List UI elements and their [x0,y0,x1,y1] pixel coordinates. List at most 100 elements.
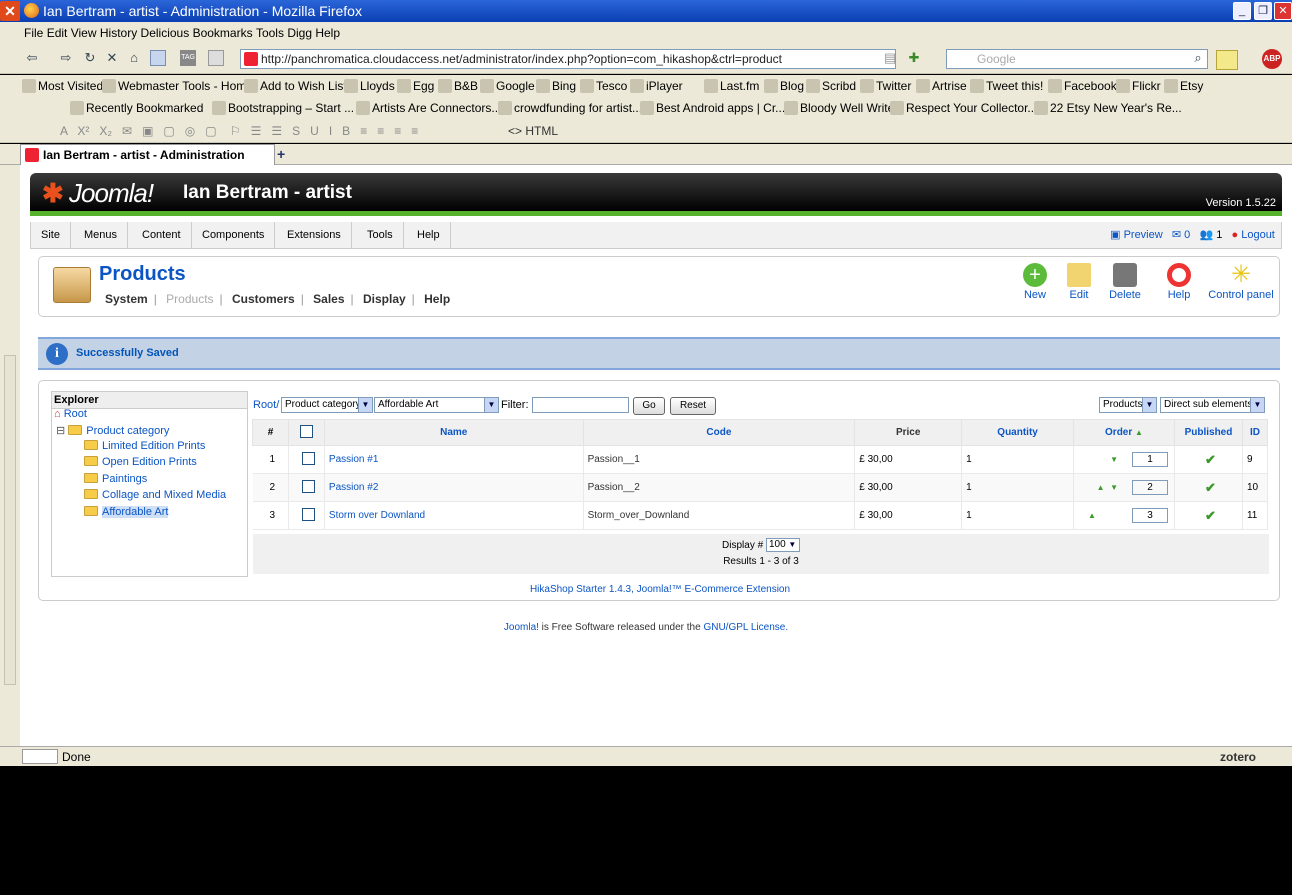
bookmark-item[interactable]: crowdfunding for artist... [498,97,642,119]
product-name-link[interactable]: Passion #2 [324,473,584,502]
row-checkbox[interactable] [301,479,315,493]
order-input[interactable]: 2 [1131,480,1168,495]
bookmark-item[interactable]: Lloyds [344,75,395,97]
move-down-icon[interactable]: ▼ [1110,455,1118,464]
published-check-icon[interactable]: ✔ [1205,452,1216,467]
bookmark-item[interactable]: Artists Are Connectors... [356,97,501,119]
tree-item[interactable]: Paintings [84,473,147,485]
bookmark-item[interactable]: Google [480,75,535,97]
tree-item-selected[interactable]: Affordable Art [84,506,169,518]
menu-delicious[interactable]: Delicious [141,22,190,44]
search-go-icon[interactable]: ⌕ [1190,50,1206,66]
submenu-products[interactable]: Products [166,292,213,306]
logout-link[interactable]: ● Logout [1232,229,1275,241]
bookmark-item[interactable]: Facebook [1048,75,1117,97]
joomla-link[interactable]: Joomla! [504,622,539,633]
product-name-link[interactable]: Passion #1 [324,445,584,474]
menu-help[interactable]: Help [315,22,340,44]
status-dropdown[interactable] [22,749,58,764]
tab-active[interactable]: Ian Bertram - artist - Administration [20,144,275,165]
bookmark-item[interactable]: Flickr [1116,75,1161,97]
reload-icon[interactable]: ↻ [82,50,98,66]
bookmark-item[interactable]: Twitter [860,75,911,97]
col-published[interactable]: Published [1173,419,1243,446]
submenu-display[interactable]: Display [363,292,406,306]
menu-components[interactable]: Components [192,222,276,248]
control-panel-button[interactable]: ✳ Control panel [1207,263,1275,302]
submenu-system[interactable]: System [105,292,148,306]
tree-product-category[interactable]: ⊟ Product category [56,424,169,437]
maximize-button[interactable]: ❐ [1254,2,1272,20]
url-bar[interactable]: http://panchromatica.cloudaccess.net/adm… [240,49,896,69]
breadcrumb[interactable]: Root/ [253,399,279,411]
new-tab-button[interactable]: + [277,144,285,164]
sub-elements-select[interactable]: Direct sub elements ▼ [1160,397,1265,413]
rss-icon[interactable]: ▤ [882,50,898,66]
tree-item[interactable]: Open Edition Prints [84,456,197,468]
bookmark-item[interactable]: Tesco [580,75,627,97]
forward-icon[interactable]: ⇨ [58,50,74,66]
scrollbar-thumb[interactable] [4,355,16,685]
submenu-help[interactable]: Help [424,292,450,306]
menu-menus[interactable]: Menus [74,222,129,248]
order-input[interactable]: 1 [1131,452,1168,467]
minimize-button[interactable]: _ [1233,2,1251,20]
delete-button[interactable]: Delete [1097,263,1153,301]
bookmark-item[interactable]: Recently Bookmarked [70,97,203,119]
stop-icon[interactable]: ✕ [104,50,120,66]
col-order[interactable]: Order ▲ [1073,419,1175,446]
hikashop-credit[interactable]: HikaShop Starter 1.4.3, Joomla!™ E-Comme… [39,584,1281,595]
col-code[interactable]: Code [582,419,856,446]
menu-history[interactable]: History [100,22,137,44]
menu-file[interactable]: File [24,22,43,44]
back-icon[interactable]: ⇦ [24,50,40,66]
bookmark-item[interactable]: Bing [536,75,576,97]
display-select[interactable]: 100 ▼ [765,538,800,553]
bookmark-item[interactable]: Bloody Well Write [784,97,894,119]
screenshot-icon[interactable] [208,50,224,66]
row-checkbox[interactable] [301,507,315,521]
tree-item[interactable]: Limited Edition Prints [84,440,205,452]
submenu-customers[interactable]: Customers [232,292,295,306]
license-link[interactable]: GNU/GPL License. [703,622,788,633]
zotero-label[interactable]: zotero [1220,747,1256,767]
preview-link[interactable]: ▣ Preview [1110,229,1163,241]
notes-icon[interactable] [1216,50,1238,70]
bookmark-item[interactable]: 22 Etsy New Year's Re... [1034,97,1182,119]
home-icon[interactable]: ⌂ [126,50,142,66]
menu-help[interactable]: Help [407,222,451,248]
bookmark-item[interactable]: Egg [397,75,434,97]
tag-icon[interactable]: TAG [180,50,196,66]
menu-view[interactable]: View [71,22,97,44]
bookmark-item[interactable]: Tweet this! [970,75,1043,97]
bookmark-item[interactable]: Webmaster Tools - Home [102,75,253,97]
menu-extensions[interactable]: Extensions [277,222,352,248]
order-input[interactable]: 3 [1131,508,1168,523]
published-check-icon[interactable]: ✔ [1205,508,1216,523]
bookmark-item[interactable]: B&B [438,75,478,97]
bookmark-item[interactable]: iPlayer [630,75,683,97]
reset-button[interactable]: Reset [670,397,716,415]
menu-tools[interactable]: Tools [357,222,404,248]
bookmark-item[interactable]: Last.fm [704,75,759,97]
sidebar-icon[interactable] [150,50,166,66]
row-checkbox[interactable] [301,451,315,465]
tree-root[interactable]: ⌂ Root [54,408,87,420]
product-name-link[interactable]: Storm over Downland [324,501,584,530]
close-window-button[interactable]: ✕ [1274,2,1292,20]
col-name[interactable]: Name [323,419,584,446]
tree-item[interactable]: Collage and Mixed Media [84,489,226,501]
bookmark-item[interactable]: Respect Your Collector... [890,97,1037,119]
type-select[interactable]: Product category ▼ [281,397,373,413]
adblock-icon[interactable]: ABP [1262,49,1282,69]
menu-digg[interactable]: Digg [287,22,312,44]
html-button[interactable]: <> HTML [508,119,558,143]
close-icon[interactable]: ✕ [0,1,20,21]
bookmark-item[interactable]: Bootstrapping – Start ... [212,97,354,119]
bookmark-item[interactable]: Etsy [1164,75,1203,97]
go-button[interactable]: Go [633,397,665,415]
col-id[interactable]: ID [1241,419,1269,446]
filter-input[interactable] [532,397,629,413]
addon-icon[interactable]: ✚ [906,50,922,66]
menu-site[interactable]: Site [31,222,71,248]
